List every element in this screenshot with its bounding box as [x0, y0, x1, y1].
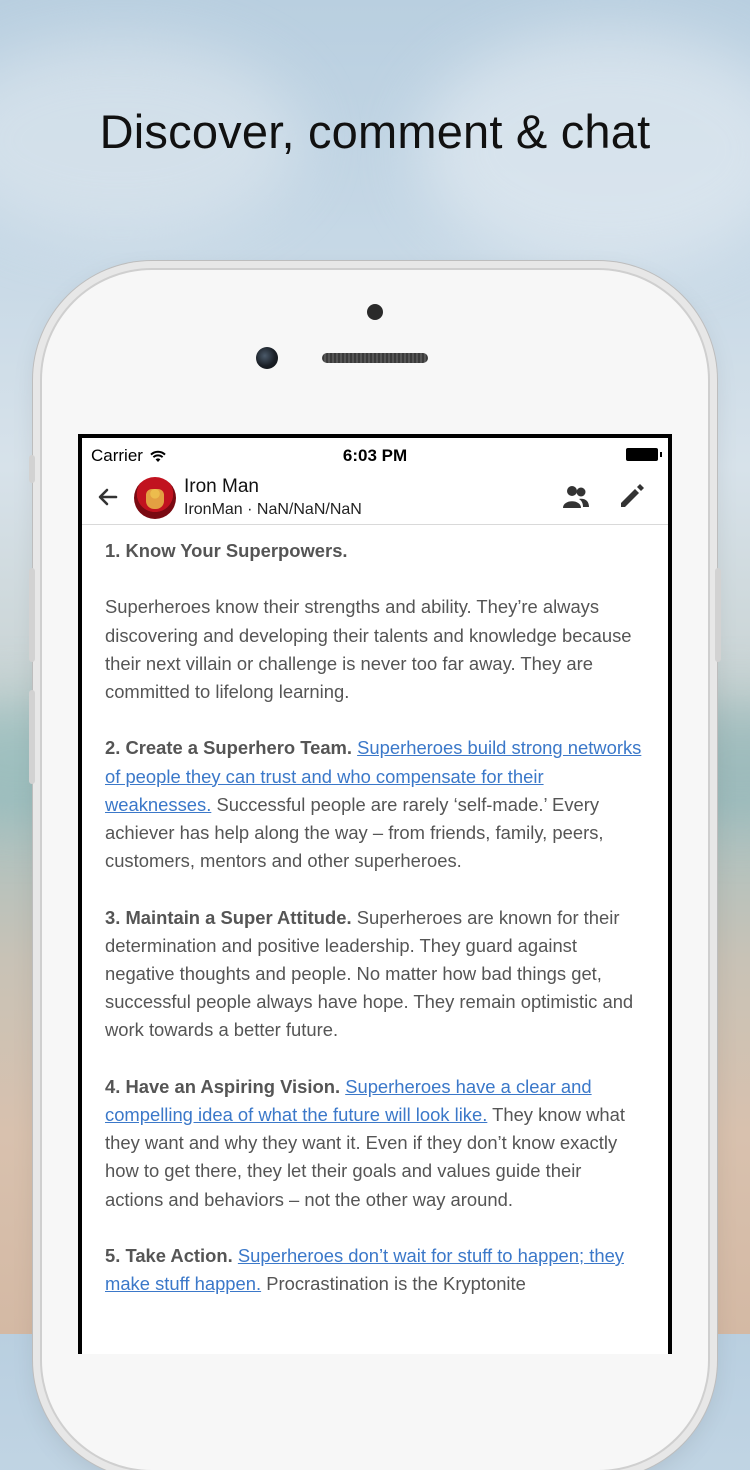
paragraph-text: Procrastination is the Kryptonite	[266, 1273, 526, 1295]
section-title: 5. Take Action.	[105, 1245, 233, 1266]
article-paragraph: Superheroes know their strengths and abi…	[105, 593, 644, 706]
section-title: 2. Create a Superhero Team.	[105, 737, 353, 759]
marketing-headline: Discover, comment & chat	[99, 105, 651, 158]
conversation-title: Iron Man	[184, 476, 259, 497]
front-camera	[256, 347, 278, 369]
article-body: 1. Know Your Superpowers. Superheroes kn…	[82, 525, 668, 1298]
proximity-sensor	[367, 304, 383, 320]
back-arrow-icon[interactable]	[96, 486, 118, 508]
section-title: 1. Know Your Superpowers.	[105, 540, 348, 561]
section-title: 4. Have an Aspiring Vision.	[105, 1075, 341, 1097]
article-paragraph: 4. Have an Aspiring Vision. Superheroes …	[105, 1073, 644, 1214]
conversation-subtitle: IronMan · NaN/NaN/NaN	[184, 501, 362, 518]
avatar[interactable]	[134, 477, 176, 519]
article-paragraph: 1. Know Your Superpowers.	[105, 537, 644, 565]
mute-switch	[29, 455, 35, 483]
section-title: 3. Maintain a Super Attitude.	[105, 906, 352, 928]
article-paragraph: 2. Create a Superhero Team. Superheroes …	[105, 734, 644, 875]
volume-down-button	[29, 690, 35, 784]
article-paragraph: 5. Take Action. Superheroes don’t wait f…	[105, 1242, 644, 1298]
volume-up-button	[29, 568, 35, 662]
earpiece-speaker	[322, 353, 428, 363]
article-paragraph: 3. Maintain a Super Attitude. Superheroe…	[105, 904, 644, 1045]
phone-screen: Carrier 6:03 PM Iron Man IronMan · NaN/N…	[78, 434, 672, 1354]
chat-header: Iron Man IronMan · NaN/NaN/NaN	[82, 470, 668, 525]
people-icon[interactable]	[562, 484, 590, 510]
status-bar: Carrier 6:03 PM	[82, 438, 668, 470]
power-button	[715, 568, 721, 662]
paragraph-text: Superheroes know their strengths and abi…	[105, 596, 632, 702]
pencil-icon[interactable]	[618, 482, 646, 510]
status-time: 6:03 PM	[342, 446, 408, 465]
battery-icon	[626, 448, 662, 461]
